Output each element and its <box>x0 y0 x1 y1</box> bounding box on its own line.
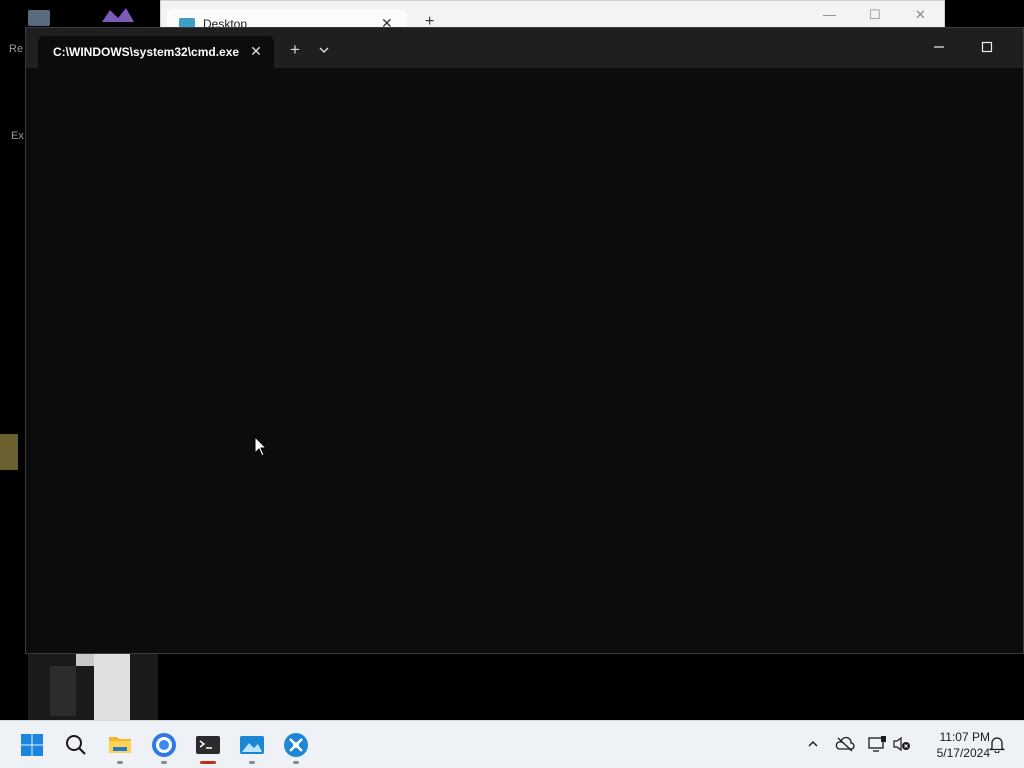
chrome-button[interactable] <box>144 725 184 765</box>
terminal-new-tab-button[interactable]: + <box>284 39 306 61</box>
chevron-down-icon[interactable] <box>314 40 334 60</box>
desktop-shortcut-icon[interactable] <box>0 434 18 470</box>
chevron-up-icon <box>808 741 818 747</box>
network-button[interactable] <box>866 733 888 755</box>
terminal-button[interactable] <box>188 725 228 765</box>
running-indicator <box>249 761 255 764</box>
app-icon <box>284 733 308 757</box>
onedrive-button[interactable] <box>834 733 856 755</box>
background-window-fragment <box>28 654 158 720</box>
minimize-icon[interactable] <box>926 36 952 58</box>
terminal-tab[interactable]: C:\WINDOWS\system32\cmd.exe ✕ <box>38 36 274 68</box>
photos-icon <box>240 736 264 754</box>
windows-logo-icon <box>21 734 43 756</box>
photos-button[interactable] <box>232 725 272 765</box>
notification-icon <box>988 737 1006 753</box>
sound-button[interactable] <box>890 733 912 755</box>
taskbar: 11:07 PM 5/17/2024 <box>0 720 1024 768</box>
system-clock[interactable]: 11:07 PM 5/17/2024 <box>918 729 990 761</box>
notification-center-button[interactable] <box>986 733 1008 755</box>
terminal-tab-close-button[interactable]: ✕ <box>246 41 266 61</box>
terminal-titlebar[interactable]: C:\WINDOWS\system32\cmd.exe ✕ + <box>26 28 1023 68</box>
file-explorer-button[interactable] <box>100 725 140 765</box>
clock-time: 11:07 PM <box>939 730 990 744</box>
folder-icon <box>109 737 131 753</box>
running-indicator <box>293 761 299 764</box>
search-icon <box>66 735 86 755</box>
chrome-icon <box>152 733 176 757</box>
explorer-minimize-button[interactable]: — <box>823 7 836 22</box>
network-icon <box>868 736 886 752</box>
running-indicator <box>161 761 167 764</box>
maximize-icon[interactable] <box>974 36 1000 58</box>
running-indicator <box>117 761 123 764</box>
desktop-label-1: Re <box>9 43 24 55</box>
desktop-shortcut-icon[interactable] <box>28 10 50 26</box>
onedrive-offline-icon <box>835 736 855 752</box>
explorer-close-button[interactable]: ✕ <box>915 7 926 23</box>
terminal-window[interactable]: C:\WINDOWS\system32\cmd.exe ✕ + <box>25 27 1024 654</box>
terminal-icon <box>196 736 220 754</box>
clock-date: 5/17/2024 <box>936 746 990 760</box>
terminal-console-area[interactable] <box>26 68 1023 653</box>
active-indicator <box>200 761 216 764</box>
desktop: Re Ex Desktop ✕ + — ☐ ✕ C:\WINDOWS\syste… <box>0 0 1024 720</box>
app-button[interactable] <box>276 725 316 765</box>
visual-studio-icon[interactable] <box>100 6 136 24</box>
desktop-label-2: Ex <box>11 130 24 142</box>
sound-muted-icon <box>893 736 910 752</box>
terminal-tab-title: C:\WINDOWS\system32\cmd.exe <box>53 45 239 59</box>
show-hidden-icons-button[interactable] <box>802 733 824 755</box>
explorer-maximize-button[interactable]: ☐ <box>869 7 881 23</box>
start-button[interactable] <box>12 725 52 765</box>
mouse-pointer-icon <box>254 436 268 457</box>
search-button[interactable] <box>56 725 96 765</box>
